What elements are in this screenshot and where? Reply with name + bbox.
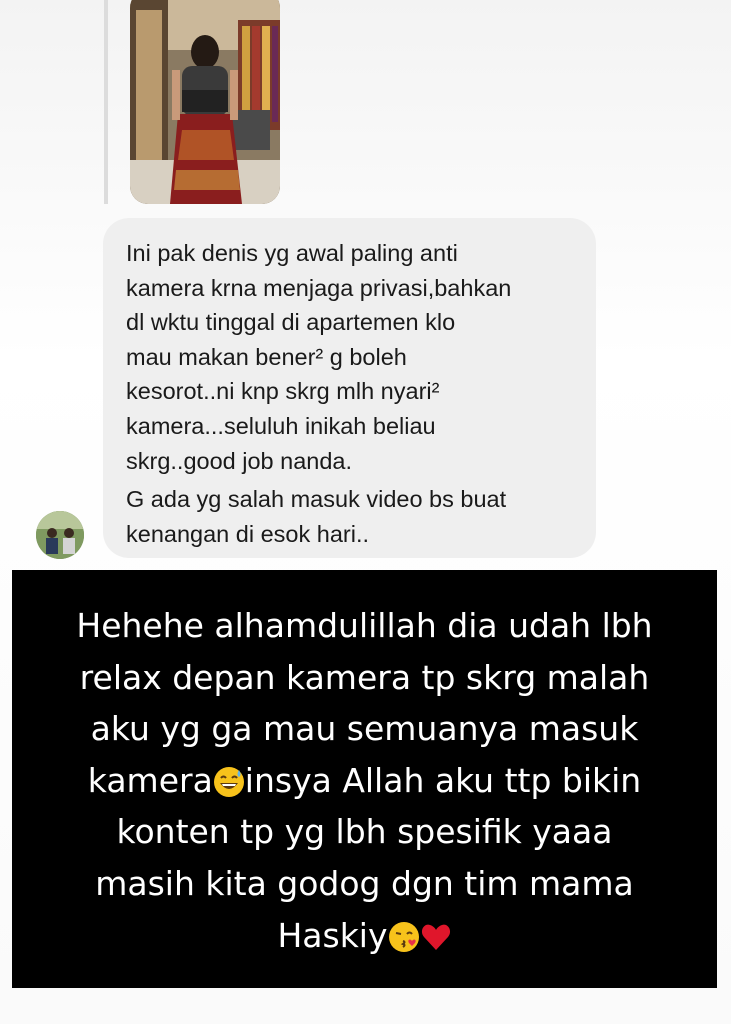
- avatar-image: [36, 511, 84, 559]
- grinning-sweat-emoji-icon: [213, 766, 244, 797]
- comment-text-part1: Ini pak denis yg awal paling anti kamera…: [126, 240, 512, 474]
- avatar[interactable]: [36, 511, 84, 559]
- comment-text-part2: G ada yg salah masuk video bs buat kenan…: [126, 486, 507, 547]
- red-heart-emoji-icon: [421, 924, 450, 950]
- reply-thread-line: [104, 0, 108, 204]
- kissing-heart-emoji-icon: [388, 921, 419, 952]
- story-caption: Hehehe alhamdulillah dia udah lbh relax …: [12, 570, 717, 988]
- shop-photo-illustration: [130, 0, 280, 204]
- comment-bubble: Ini pak denis yg awal paling anti kamera…: [103, 218, 596, 558]
- caption-text: Hehehe alhamdulillah dia udah lbh relax …: [22, 600, 707, 961]
- shared-photo[interactable]: [130, 0, 280, 204]
